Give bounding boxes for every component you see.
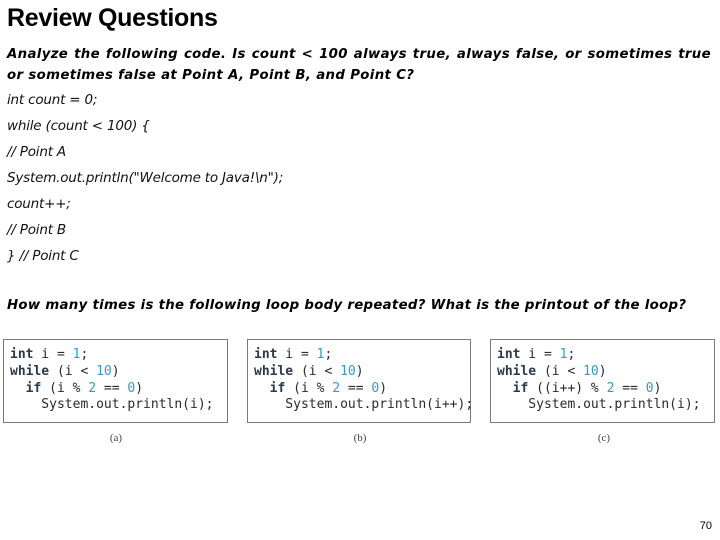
code-line-4: System.out.println("Welcome to Java!\n")… xyxy=(7,170,284,186)
code-keyword: while xyxy=(10,363,50,379)
code-line: System.out.println(i); xyxy=(10,397,227,414)
code-line: if (i % 2 == 0) xyxy=(10,381,227,398)
code-text: (i < xyxy=(293,363,341,379)
code-text: System.out.println(i++); xyxy=(254,397,474,413)
code-line: System.out.println(i++); xyxy=(254,397,474,414)
code-box-c: int i = 1; while (i < 10) if ((i++) % 2 =… xyxy=(490,339,715,423)
code-line-3: // Point A xyxy=(7,144,66,160)
caption-a: (a) xyxy=(109,432,123,444)
code-text: (i % xyxy=(41,380,89,396)
code-text: (i % xyxy=(285,380,333,396)
code-line: while (i < 10) xyxy=(10,364,227,381)
code-box-a: int i = 1; while (i < 10) if (i % 2 == 0)… xyxy=(3,339,228,423)
caption-c: (c) xyxy=(597,432,611,444)
code-keyword: int xyxy=(254,347,278,362)
code-text: (i < xyxy=(49,363,97,379)
code-line: if ((i++) % 2 == 0) xyxy=(497,381,714,398)
code-text: ; xyxy=(567,347,576,362)
code-number: 2 xyxy=(88,380,97,396)
code-number: 0 xyxy=(645,380,654,396)
code-text: == xyxy=(340,380,372,396)
code-text: i = xyxy=(277,347,317,362)
code-text: == xyxy=(96,380,128,396)
code-line: while (i < 10) xyxy=(497,364,714,381)
code-text: (i < xyxy=(536,363,584,379)
code-keyword: if xyxy=(512,380,529,396)
question-2-text: How many times is the following loop bod… xyxy=(7,298,687,313)
code-line-7: } // Point C xyxy=(7,248,79,264)
page-number: 70 xyxy=(699,520,712,532)
code-line-5: count++; xyxy=(7,196,71,212)
code-number: 10 xyxy=(583,363,599,379)
code-line-1: int count = 0; xyxy=(7,92,98,108)
code-keyword: if xyxy=(269,380,286,396)
code-keyword: if xyxy=(25,380,42,396)
code-line: while (i < 10) xyxy=(254,364,470,381)
code-keyword: while xyxy=(254,363,294,379)
code-text: ; xyxy=(324,347,333,362)
code-text: ) xyxy=(135,380,144,396)
code-text: ((i++) % xyxy=(528,380,607,396)
slide-title: Review Questions xyxy=(7,4,218,32)
code-line: if (i % 2 == 0) xyxy=(254,381,470,398)
code-number: 10 xyxy=(340,363,356,379)
code-line: int i = 1; xyxy=(497,347,714,364)
code-text: i = xyxy=(520,347,560,362)
code-line: System.out.println(i); xyxy=(497,397,714,414)
code-text: ) xyxy=(379,380,388,396)
code-text: ) xyxy=(355,363,364,379)
code-number: 10 xyxy=(96,363,112,379)
caption-b: (b) xyxy=(353,432,367,444)
code-number: 2 xyxy=(332,380,341,396)
code-text: i = xyxy=(33,347,73,362)
question-1-text: Analyze the following code. Is count < 1… xyxy=(7,47,711,83)
code-keyword: while xyxy=(497,363,537,379)
code-box-b: int i = 1; while (i < 10) if (i % 2 == 0)… xyxy=(247,339,474,423)
code-line: int i = 1; xyxy=(10,347,227,364)
code-text: System.out.println(i); xyxy=(10,397,214,413)
code-line: int i = 1; xyxy=(254,347,470,364)
code-text: ; xyxy=(80,347,89,362)
code-line-6: // Point B xyxy=(7,222,66,238)
code-text: == xyxy=(614,380,646,396)
code-text: System.out.println(i); xyxy=(497,397,701,413)
code-text: ) xyxy=(653,380,662,396)
code-keyword: int xyxy=(10,347,34,362)
code-keyword: int xyxy=(497,347,521,362)
code-line-2: while (count < 100) { xyxy=(7,118,150,134)
code-text: ) xyxy=(598,363,607,379)
code-text: ) xyxy=(111,363,120,379)
